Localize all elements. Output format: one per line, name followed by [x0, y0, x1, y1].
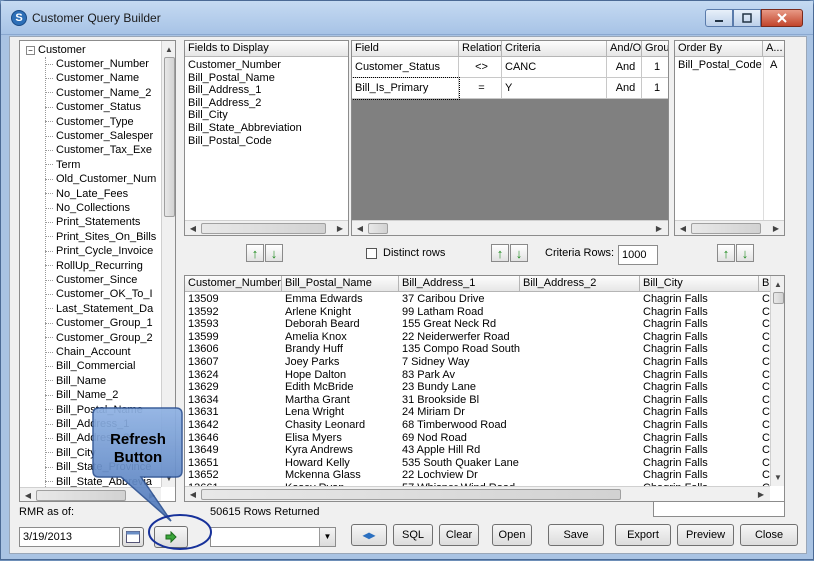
- callout-overlay: [92, 407, 212, 550]
- query-builder-window: S Customer Query Builder − Customer Custo…: [0, 0, 814, 560]
- callout-highlight-ring: [148, 514, 212, 550]
- callout-line-2: Button: [113, 449, 163, 466]
- callout-line-1: Refresh: [110, 431, 166, 448]
- callout-label: Refresh Button: [97, 431, 179, 467]
